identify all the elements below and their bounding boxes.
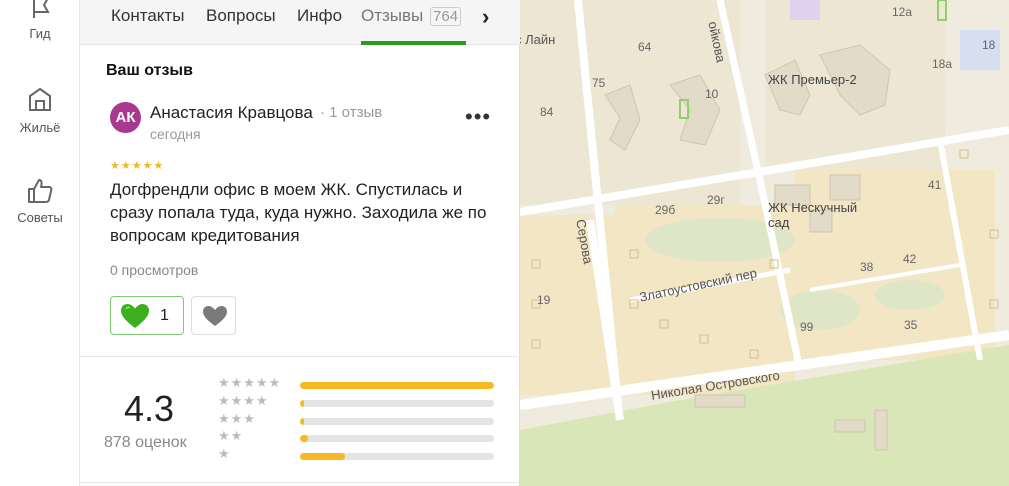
distribution-bar (300, 418, 494, 425)
rail-item-label: Советы (17, 210, 63, 225)
distribution-bar-fill (300, 400, 304, 407)
rating-distribution-row: ★★★ (218, 411, 508, 429)
house-number: 41 (928, 178, 942, 192)
map-canvas[interactable] (520, 0, 1009, 486)
your-review-heading: Ваш отзыв (106, 62, 193, 79)
organization-panel: Контакты Вопросы Инфо Отзывы 764 › Ваш о… (80, 0, 520, 486)
house-number: 84 (540, 105, 554, 119)
rail-item-label: Гид (29, 26, 51, 41)
left-rail: Гид Жильё Советы (0, 0, 80, 486)
distribution-bar-fill (300, 435, 308, 442)
author-review-count: 1 отзыв (320, 104, 382, 121)
section-divider (80, 356, 520, 357)
distribution-stars: ★★★★ (218, 393, 269, 408)
house-number: 75 (592, 76, 606, 90)
house-number: 18 (982, 38, 996, 52)
house-number: 99 (800, 320, 814, 334)
avatar[interactable]: АК (110, 102, 141, 133)
distribution-bar (300, 435, 494, 442)
house-number: 64 (638, 40, 652, 54)
house-number: 42 (903, 252, 917, 266)
views-count: 0 просмотров (110, 262, 199, 278)
distribution-bar-fill (300, 453, 345, 460)
house-number: 12а (892, 5, 913, 19)
rail-item-guide[interactable]: Гид (0, 0, 80, 41)
house-number: 38 (860, 260, 874, 274)
tab-bar: Контакты Вопросы Инфо Отзывы 764 › (80, 0, 520, 45)
place-label[interactable]: ЖК Нескучный сад (768, 200, 878, 230)
tab-info[interactable]: Инфо (297, 6, 342, 26)
thumbs-up-icon (28, 179, 53, 203)
average-rating: 4.3 (124, 388, 175, 429)
distribution-bar (300, 400, 494, 407)
like-count: 1 (160, 307, 169, 324)
tab-contacts[interactable]: Контакты (111, 6, 184, 26)
distribution-bar-fill (300, 418, 304, 425)
active-tab-indicator (361, 41, 466, 45)
distribution-stars: ★★ (218, 428, 244, 443)
rating-distribution-row: ★★★★ (218, 393, 508, 411)
house-number: 10 (705, 87, 719, 101)
more-dots-icon[interactable]: ••• (465, 104, 491, 130)
rail-item-label: Жильё (19, 120, 61, 135)
house-number: 19 (537, 293, 551, 307)
tab-reviews-label: Отзывы (361, 6, 424, 25)
house-number: 29б (655, 203, 676, 217)
distribution-stars: ★ (218, 446, 231, 461)
map-view[interactable]: с Лайн ойкова Серова Златоустовский пер … (520, 0, 1009, 486)
review-author-name[interactable]: Анастасия Кравцова (150, 103, 313, 123)
review-text: Догфрендли офис в моем ЖК. Спустилась и … (110, 180, 487, 245)
heart-button[interactable] (191, 296, 236, 335)
flag-icon (33, 0, 50, 18)
chevron-right-icon[interactable]: › (482, 4, 489, 30)
distribution-bar (300, 382, 494, 389)
distribution-stars: ★★★★★ (218, 375, 282, 390)
review-stars: ★★★★★ (110, 160, 165, 172)
heart-icon (203, 306, 227, 326)
house-number: 29г (707, 193, 725, 207)
tab-reviews[interactable]: Отзывы 764 (361, 6, 462, 26)
street-label: с Лайн (520, 32, 556, 47)
reviews-count-badge: 764 (430, 7, 462, 26)
distribution-bar (300, 453, 494, 460)
rail-item-tips[interactable]: Советы (0, 176, 80, 225)
rating-distribution-row: ★★★★★ (218, 375, 508, 393)
green-heart-icon (121, 304, 149, 328)
place-label[interactable]: ЖК Премьер-2 (768, 72, 857, 87)
distribution-stars: ★★★ (218, 411, 256, 426)
rating-distribution-row: ★★ (218, 428, 508, 446)
review-date: сегодня (150, 126, 201, 142)
rating-distribution-row: ★ (218, 446, 508, 464)
distribution-bar-fill (300, 382, 494, 389)
rail-item-housing[interactable]: Жильё (0, 86, 80, 135)
house-number: 18а (932, 57, 953, 71)
tab-questions[interactable]: Вопросы (206, 6, 276, 26)
ratings-count: 878 оценок (104, 434, 187, 451)
house-number: 35 (904, 318, 918, 332)
section-divider (80, 482, 520, 483)
like-button[interactable]: 1 (110, 296, 184, 335)
house-icon (29, 87, 51, 111)
